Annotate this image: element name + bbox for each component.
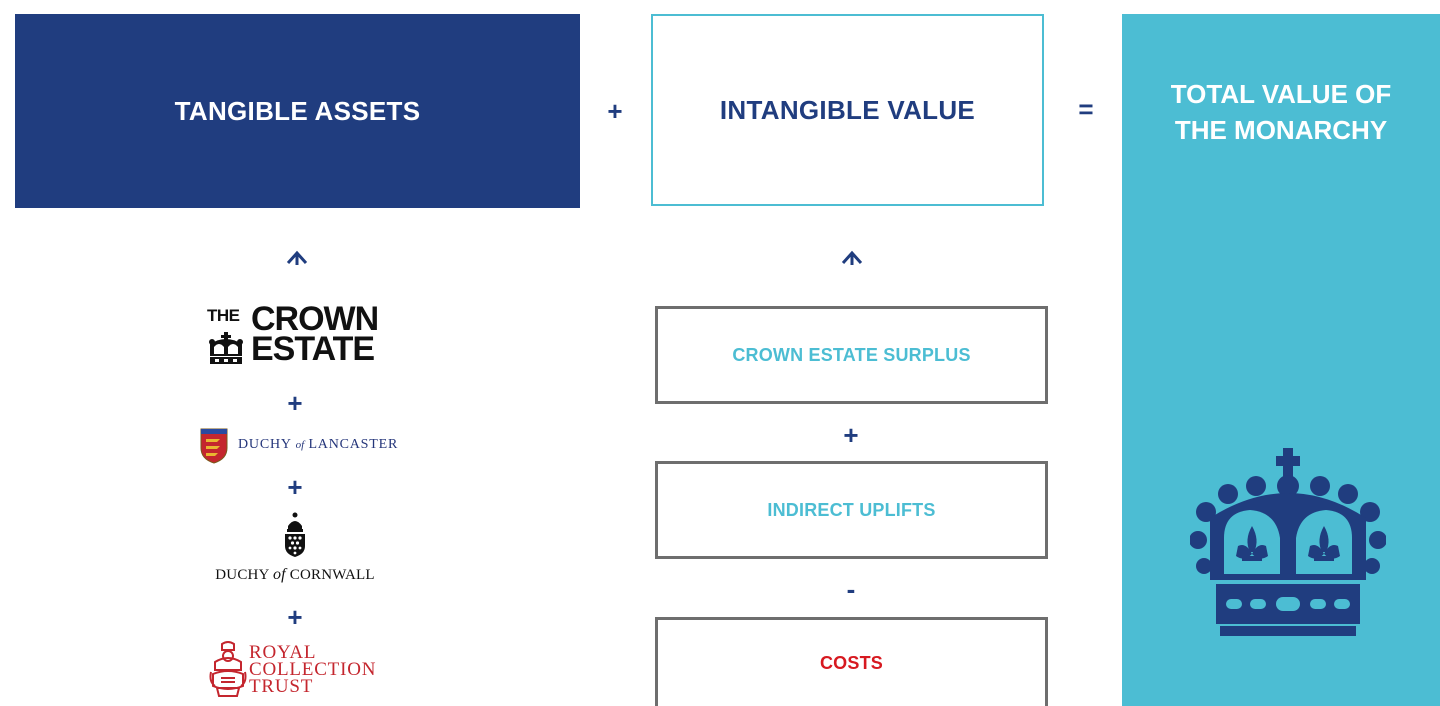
indirect-uplifts-box: INDIRECT UPLIFTS (655, 461, 1048, 559)
total-value-title-line1: TOTAL VALUE OF (1170, 79, 1392, 109)
costs-label: COSTS (819, 652, 883, 673)
arrow-up-icon (841, 250, 863, 265)
cornwall-name: CORNWALL (289, 567, 375, 583)
rct-line3: TRUST (249, 676, 314, 697)
duchy-cornwall-text: DUCHY of CORNWALL (205, 566, 385, 584)
crown-estate-surplus-box: CROWN ESTATE SURPLUS (655, 306, 1048, 404)
duchy-lancaster-logo: DUCHY of LANCASTER (200, 426, 400, 466)
arrow-up-icon (286, 250, 308, 265)
cornwall-prefix: DUCHY (215, 567, 270, 583)
plus-operator-top: + (607, 96, 623, 126)
lancaster-name: LANCASTER (308, 437, 399, 452)
total-value-title: TOTAL VALUE OF THE MONARCHY (1122, 76, 1440, 148)
lancaster-prefix: DUCHY (238, 437, 292, 452)
minus-operator: - (846, 574, 856, 604)
duchy-lancaster-text: DUCHY of LANCASTER (238, 437, 398, 453)
crown-estate-the: THE (207, 306, 240, 325)
plus-operator-1: + (287, 388, 303, 418)
lancaster-shield-icon (200, 428, 228, 464)
cornwall-shield-icon (285, 512, 305, 557)
total-value-title-line2: THE MONARCHY (1174, 115, 1388, 145)
equals-operator: = (1078, 94, 1094, 124)
monarchy-value-diagram: TANGIBLE ASSETS + INTANGIBLE VALUE = TOT… (0, 0, 1440, 706)
tangible-assets-box: TANGIBLE ASSETS (15, 14, 580, 208)
royal-collection-trust-logo: ROYAL COLLECTION TRUST (207, 640, 392, 700)
crown-icon (1190, 448, 1386, 636)
plus-operator-2: + (287, 472, 303, 502)
crown-estate-logo: THE CROWN ESTATE (205, 300, 387, 368)
crown-estate-crown-icon (209, 332, 243, 364)
plus-operator-3: + (287, 602, 303, 632)
duchy-cornwall-logo: DUCHY of CORNWALL (205, 512, 385, 586)
intangible-value-box: INTANGIBLE VALUE (651, 14, 1044, 206)
tangible-assets-title: TANGIBLE ASSETS (174, 95, 421, 126)
cornwall-of: of (272, 566, 286, 583)
total-value-box: TOTAL VALUE OF THE MONARCHY (1122, 14, 1440, 706)
royal-collection-crest-icon (209, 641, 247, 697)
crown-estate-estate: ESTATE (251, 330, 375, 368)
lancaster-of: of (295, 439, 305, 451)
intangible-value-title: INTANGIBLE VALUE (719, 94, 976, 125)
costs-box: COSTS (655, 617, 1048, 706)
indirect-uplifts-label: INDIRECT UPLIFTS (767, 499, 936, 520)
plus-operator-middle: + (843, 420, 859, 450)
crown-estate-surplus-label: CROWN ESTATE SURPLUS (732, 344, 971, 365)
royal-collection-trust-text: ROYAL COLLECTION TRUST (249, 643, 376, 697)
